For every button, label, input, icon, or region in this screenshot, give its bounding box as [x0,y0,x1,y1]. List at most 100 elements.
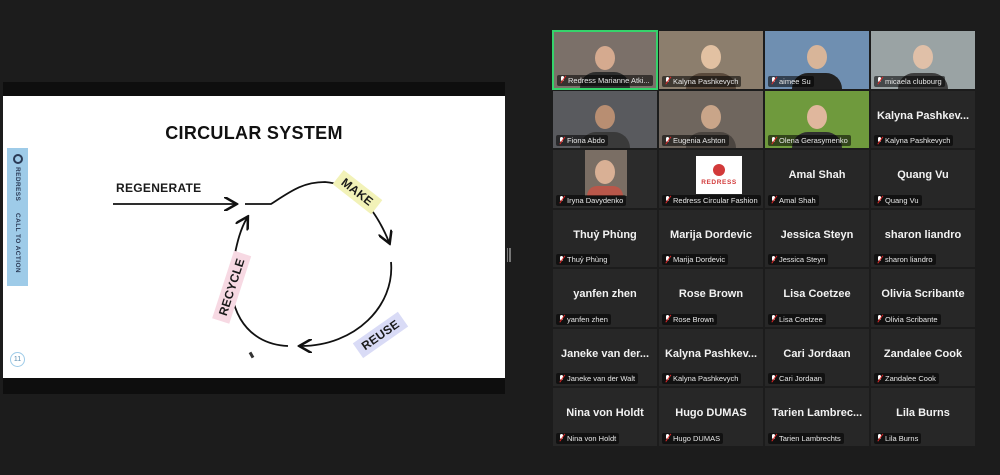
participant-caption: Fiona Abdo [556,135,608,147]
participant-video [595,104,615,129]
participant-caption: Cari Jordaan [768,373,825,385]
participant-tile[interactable]: Amal Shah Amal Shah [764,149,870,209]
participant-tile[interactable]: micaela clubourg [870,30,976,90]
mic-muted-icon [664,136,671,145]
split-view-handle[interactable] [507,248,512,262]
participant-video [595,46,615,70]
participant-caption: Kalyna Pashkevych [874,135,954,147]
participant-tile[interactable]: aimee Su [764,30,870,90]
participant-caption: Rose Brown [662,313,717,325]
participant-name: Cari Jordaan [783,347,851,360]
mic-muted-icon [876,434,883,442]
participant-tile[interactable]: sharon liandro sharon liandro [870,208,976,269]
participant-caption: Hugo DUMAS [662,432,724,444]
participant-tile[interactable]: Rose Brown Rose Brown [658,268,764,328]
participant-caption: Eugenia Ashton [662,135,729,147]
participant-name: Jessica Steyn [780,228,854,241]
participant-name: Janeke van der... [560,347,650,360]
mic-muted-icon [558,196,565,204]
participant-tile[interactable]: Kalyna Pashkev... Kalyna Pashkevych [870,89,976,150]
participant-name: Kalyna Pashkev... [664,347,758,360]
mic-muted-icon [558,434,565,442]
participant-tile[interactable]: Iryna Davydenko [552,149,658,209]
participant-name: Quang Vu [897,169,949,182]
mic-muted-icon [770,374,777,383]
participant-caption: aimee Su [768,75,814,87]
participant-caption: Marija Dordevic [662,254,729,266]
mic-muted-icon [664,255,671,264]
participant-caption: sharon liandro [874,254,936,266]
participant-caption: Tarien Lambrechts [768,432,844,444]
participant-tile[interactable]: Tarien Lambrec... Tarien Lambrechts [764,387,870,447]
mic-muted-icon [876,374,883,383]
participant-tile[interactable]: Lila Burns Lila Burns [870,387,976,447]
participant-caption: Olena Gerasymenko [768,135,851,147]
mic-muted-icon [559,76,566,84]
circular-arrows-diagram [113,181,505,378]
participant-name: Rose Brown [678,288,744,301]
participant-tile[interactable]: Nina von Holdt Nina von Holdt [552,387,658,447]
mic-muted-icon [876,77,883,85]
participant-caption: Thuỷ Phùng [556,254,611,266]
mic-muted-icon [558,136,565,145]
mic-muted-icon [876,315,883,323]
mic-muted-icon [876,196,883,204]
mic-muted-icon [770,434,777,442]
participant-tile[interactable]: Lisa Coetzee Lisa Coetzee [764,268,870,328]
participant-name: Marija Dordevic [670,228,752,241]
participant-tile[interactable]: Quang Vu Quang Vu [870,149,976,209]
mic-muted-icon [664,374,671,383]
participant-tile[interactable]: Cari Jordaan Cari Jordaan [764,327,870,388]
label-regenerate: REGENERATE [116,181,202,195]
participant-tile[interactable]: Marija Dordevic Marija Dordevic [658,208,764,269]
participant-tile[interactable]: yanfen zhen yanfen zhen [552,268,658,328]
participant-caption: Olivia Scribante [874,313,941,325]
mic-muted-icon [876,136,883,145]
participant-name: Lila Burns [896,407,950,420]
participant-name: sharon liandro [884,228,962,241]
participant-name: Hugo DUMAS [675,407,747,420]
participant-caption: Quang Vu [874,194,922,206]
mic-muted-icon [664,196,671,204]
participant-caption: Jessica Steyn [768,254,829,266]
participant-video [701,104,721,129]
participant-tile[interactable]: Zandalee Cook Zandalee Cook [870,327,976,388]
participant-name: Lisa Coetzee [783,288,851,301]
participant-caption: Redress Marianne Atki... [557,74,653,86]
participant-video [913,45,933,69]
participant-tile[interactable]: Olena Gerasymenko [764,89,870,150]
participant-caption: Redress Circular Fashion [662,194,761,206]
participant-name: Kalyna Pashkev... [876,109,970,122]
mic-muted-icon [664,315,671,323]
participant-tile[interactable]: Kalyna Pashkev... Kalyna Pashkevych [658,327,764,388]
participant-gallery: Redress Marianne Atki... Kalyna Pashkevy… [552,30,976,447]
participant-tile[interactable]: Eugenia Ashton [658,89,764,150]
participant-caption: Nina von Holdt [556,432,620,444]
participant-caption: Zandalee Cook [874,373,939,385]
participant-tile[interactable]: Redress Marianne Atki... [552,30,658,90]
redress-logo-icon [713,164,725,177]
participant-name: Amal Shah [788,169,846,182]
mic-muted-icon [664,434,671,442]
redress-logo: REDRESS [696,156,742,195]
participant-tile[interactable]: Janeke van der... Janeke van der Walt [552,327,658,388]
participant-name: Zandalee Cook [883,347,963,360]
participant-tile[interactable]: Hugo DUMAS Hugo DUMAS [658,387,764,447]
participant-tile[interactable]: REDRESS Redress Circular Fashion [658,149,764,209]
participant-tile[interactable]: Fiona Abdo [552,89,658,150]
participant-name: Olivia Scribante [881,288,965,301]
participant-tile[interactable]: Olivia Scribante Olivia Scribante [870,268,976,328]
mic-muted-icon [558,374,565,383]
participant-name: Nina von Holdt [566,407,644,420]
participant-caption: Kalyna Pashkevych [662,373,742,385]
mic-muted-icon [558,315,565,323]
participant-tile[interactable]: Jessica Steyn Jessica Steyn [764,208,870,269]
participant-caption: micaela clubourg [874,75,945,87]
participant-tile[interactable]: Kalyna Pashkevych [658,30,764,90]
participant-video [807,104,827,129]
mic-muted-icon [770,136,777,145]
participant-video [807,45,827,69]
mic-muted-icon [770,315,777,323]
participant-caption: Lisa Coetzee [768,313,826,325]
participant-tile[interactable]: Thuỷ Phùng Thuỷ Phùng [552,208,658,269]
